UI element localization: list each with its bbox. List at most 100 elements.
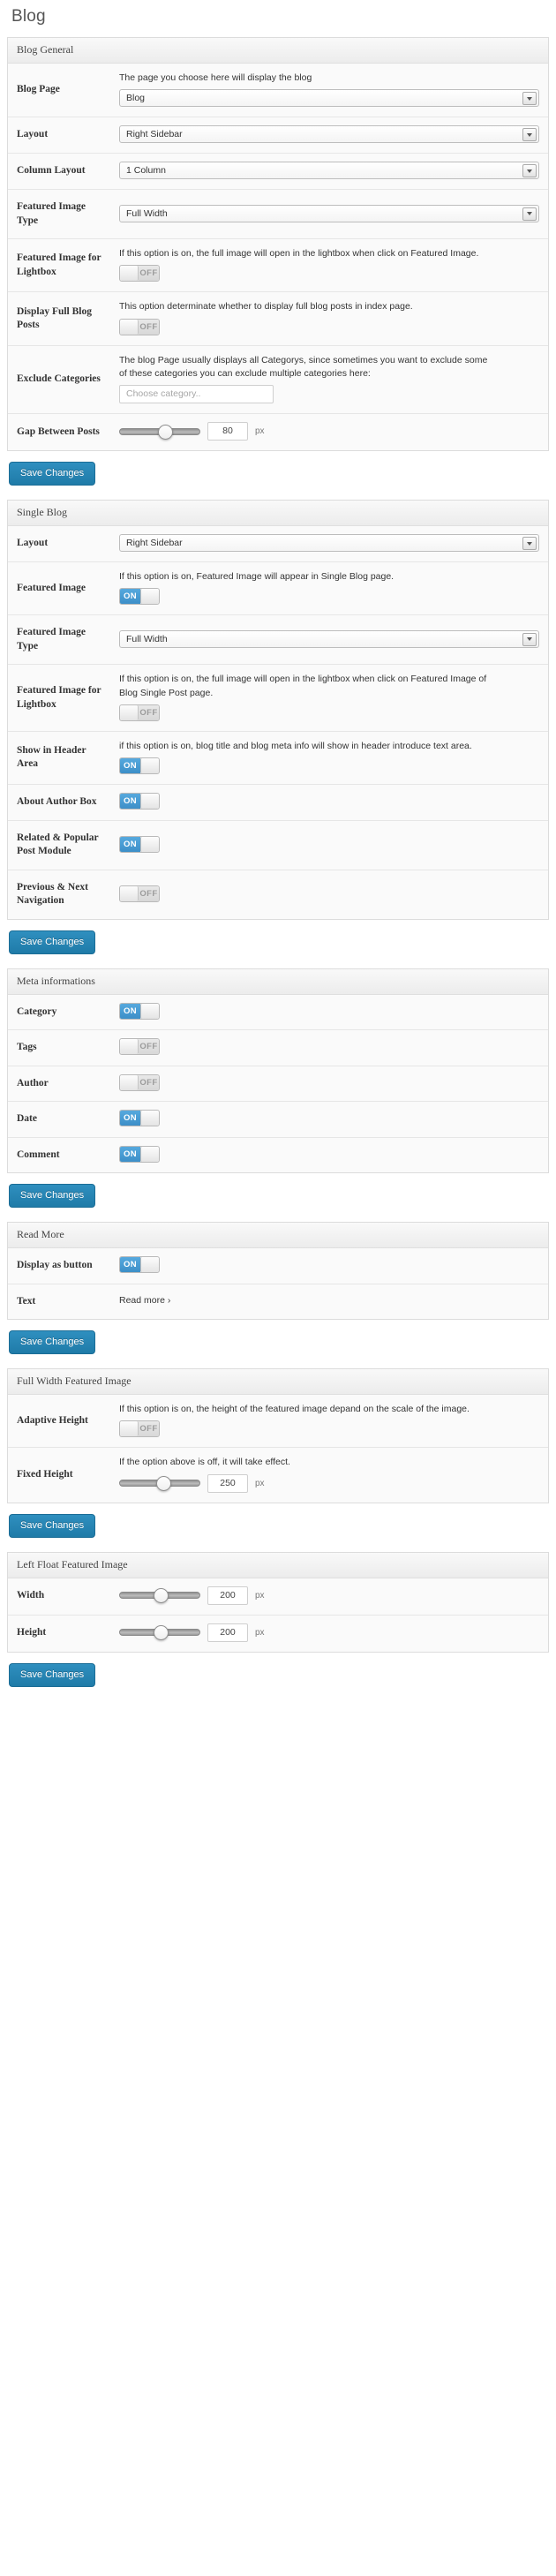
row-field: If this option is on, the full image wil… <box>112 665 548 730</box>
settings-page: Blog Blog General Blog Page The page you c… <box>0 7 556 1701</box>
toggle-category[interactable]: ON <box>119 1002 160 1020</box>
select-value: 1 Column <box>126 165 166 177</box>
settings-row: Blog Page The page you choose here will d… <box>8 64 548 118</box>
settings-row: Featured Image Type Full Width <box>8 615 548 666</box>
settings-row: Display as button ON <box>8 1248 548 1284</box>
toggle-tags[interactable]: OFF <box>119 1038 160 1056</box>
slider-handle[interactable] <box>153 1588 169 1604</box>
toggle-display-as-button[interactable]: ON <box>119 1256 160 1274</box>
save-changes-wrap-left-float-featured-image: Save Changes <box>7 1654 549 1701</box>
row-label: Show in Header Area <box>17 744 86 770</box>
save-changes-button[interactable]: Save Changes <box>9 1330 96 1355</box>
slider-track-gap-between-posts[interactable] <box>119 424 200 440</box>
slider-handle[interactable] <box>153 1625 169 1641</box>
select-value: Right Sidebar <box>126 538 183 549</box>
toggle-featured-image-for-lightbox[interactable]: OFF <box>119 265 160 282</box>
row-description: This option determinate whether to displ… <box>119 301 413 313</box>
slider-track-fixed-height[interactable] <box>119 1476 200 1492</box>
slider-track-height[interactable] <box>119 1625 200 1641</box>
toggle-knob <box>140 1257 159 1273</box>
row-field: ON <box>112 1102 548 1137</box>
toggle-knob <box>120 885 139 901</box>
row-field: OFF <box>112 870 548 919</box>
toggle-related-popular-post-module[interactable]: ON <box>119 835 160 853</box>
settings-row: Featured Image Type Full Width <box>8 190 548 240</box>
toggle-featured-image[interactable]: ON <box>119 588 160 606</box>
toggle-state-label: OFF <box>139 704 159 720</box>
toggle-state-label: ON <box>120 836 140 852</box>
settings-row: Exclude Categories The blog Page usually … <box>8 345 548 415</box>
row-description: If this option is on, the height of the … <box>119 1404 470 1415</box>
row-label: Exclude Categories <box>17 373 101 385</box>
save-changes-button[interactable]: Save Changes <box>9 930 96 954</box>
select-layout[interactable]: Right Sidebar <box>119 534 539 553</box>
toggle-adaptive-height[interactable]: OFF <box>119 1420 160 1438</box>
row-label: Display Full Blog Posts <box>17 305 92 331</box>
input-exclude-categories[interactable]: Choose category.. <box>119 385 274 404</box>
chevron-down-icon <box>522 207 537 221</box>
select-column-layout[interactable]: 1 Column <box>119 162 539 180</box>
toggle-date[interactable]: ON <box>119 1110 160 1127</box>
slider-value-input[interactable]: 250 <box>207 1473 248 1493</box>
slider-group-gap-between-posts: 80 px <box>119 422 539 441</box>
row-description: If this option is on, the full image wil… <box>119 248 479 260</box>
row-field: Full Width <box>112 615 548 664</box>
static-value-text: Read more › <box>119 1295 171 1307</box>
toggle-comment[interactable]: ON <box>119 1145 160 1163</box>
row-label: Width <box>17 1590 45 1601</box>
row-label: Layout <box>17 538 49 549</box>
row-label: Related & Popular Post Module <box>17 832 99 857</box>
slider-value-input[interactable]: 200 <box>207 1586 248 1605</box>
panel-read-more: Read More Display as button ON Text Read mor… <box>7 1222 549 1321</box>
settings-row: Width 200 px <box>8 1578 548 1616</box>
slider-unit-label: px <box>255 426 265 437</box>
select-featured-image-type[interactable]: Full Width <box>119 204 539 222</box>
settings-row: Featured Image for Lightbox If this optio… <box>8 239 548 293</box>
save-changes-button[interactable]: Save Changes <box>9 1662 96 1687</box>
toggle-knob <box>140 1111 159 1126</box>
row-label: Date <box>17 1113 37 1125</box>
chevron-down-icon <box>522 164 537 178</box>
chevron-down-icon <box>522 92 537 106</box>
settings-row: Column Layout 1 Column <box>8 154 548 191</box>
toggle-knob <box>120 1039 139 1055</box>
settings-row: Featured Image If this option is on, Feat… <box>8 562 548 616</box>
row-field: If this option is on, the height of the … <box>112 1395 548 1447</box>
save-changes-wrap-meta-informations: Save Changes <box>7 1175 549 1222</box>
caret-glyph <box>527 169 532 173</box>
settings-row: Category ON <box>8 994 548 1031</box>
select-featured-image-type[interactable]: Full Width <box>119 629 539 648</box>
slider-handle[interactable] <box>156 1476 172 1492</box>
save-changes-button[interactable]: Save Changes <box>9 1184 96 1209</box>
toggle-about-author-box[interactable]: ON <box>119 793 160 810</box>
slider-value-input[interactable]: 200 <box>207 1623 248 1642</box>
row-field: Read more › <box>112 1284 548 1320</box>
slider-unit-label: px <box>255 1627 265 1638</box>
caret-glyph <box>527 637 532 642</box>
save-changes-button[interactable]: Save Changes <box>9 462 96 486</box>
slider-value-input[interactable]: 80 <box>207 422 248 441</box>
row-field: ON <box>112 785 548 820</box>
toggle-display-full-blog-posts[interactable]: OFF <box>119 318 160 335</box>
row-field: Full Width <box>112 190 548 238</box>
select-layout[interactable]: Right Sidebar <box>119 125 539 144</box>
toggle-previous-next-navigation[interactable]: OFF <box>119 885 160 902</box>
toggle-featured-image-for-lightbox[interactable]: OFF <box>119 704 160 721</box>
panel-blog-general: Blog General Blog Page The page you choose… <box>7 37 549 452</box>
settings-row: Height 200 px <box>8 1615 548 1652</box>
select-blog-page[interactable]: Blog <box>119 89 539 108</box>
row-field: Right Sidebar <box>112 117 548 153</box>
save-changes-button[interactable]: Save Changes <box>9 1513 96 1538</box>
toggle-author[interactable]: OFF <box>119 1073 160 1091</box>
toggle-knob <box>140 758 159 774</box>
toggle-show-in-header-area[interactable]: ON <box>119 757 160 775</box>
row-label: Tags <box>17 1042 37 1053</box>
row-field: 200 px <box>112 1578 548 1615</box>
slider-handle[interactable] <box>158 424 174 440</box>
settings-row: Featured Image for Lightbox If this optio… <box>8 665 548 732</box>
slider-unit-label: px <box>255 1478 265 1488</box>
toggle-state-label: ON <box>120 758 140 774</box>
slider-track-width[interactable] <box>119 1588 200 1604</box>
row-field: OFF <box>112 1066 548 1102</box>
row-field: ON <box>112 821 548 870</box>
